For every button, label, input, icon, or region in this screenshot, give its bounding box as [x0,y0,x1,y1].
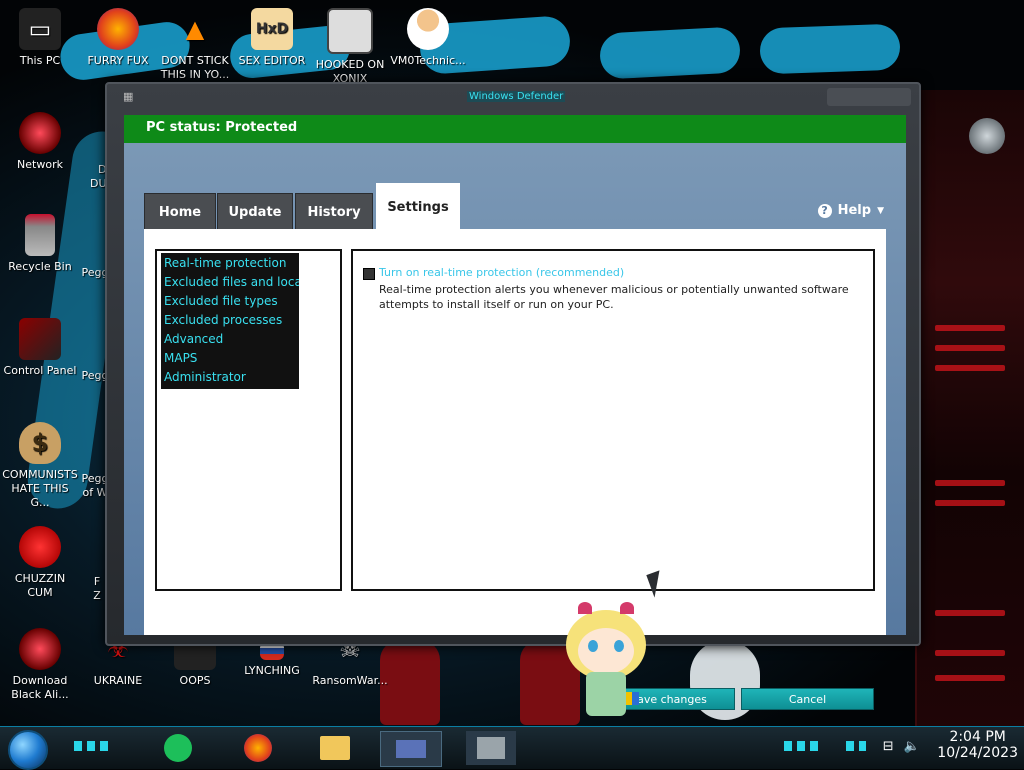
realtime-checkbox[interactable] [363,268,375,280]
volume-icon: 🔈 [903,739,920,754]
tab-label: Home [158,204,202,220]
desktop-icon-sex-editor[interactable]: HxD SEX EDITOR [234,8,310,68]
settings-nav: Real-time protection Excluded files and … [155,249,342,591]
desktop-icon-label: DONT STICK THIS IN YO... [160,54,230,81]
desktop-icon-network[interactable]: Network [2,112,78,172]
settings-item-maps[interactable]: MAPS [161,349,299,368]
settings-item-excluded-files[interactable]: Excluded files and locat... [161,273,299,292]
desktop-icon-vm0technic[interactable]: VM0Technic... [390,8,466,68]
clock-time: 2:04 PM [949,729,1006,745]
settings-item-administrator[interactable]: Administrator [161,368,299,387]
game-icon [327,8,373,54]
tab-history[interactable]: History [295,193,373,231]
desktop-icon-furry-fux[interactable]: FURRY FUX [80,8,156,68]
tab-label: History [307,204,361,220]
chuzzle-icon [19,526,61,568]
recycle-bin-icon [25,214,55,256]
cartoon-character [558,600,654,720]
window-title: Windows Defender [467,91,566,102]
desktop-icon-label: Download Black Ali... [11,674,69,701]
taskbar-decor [784,741,822,751]
window-app-icon: ▦ [123,90,134,103]
tab-label: Settings [387,199,449,215]
settings-content: Real-time protection Excluded files and … [144,229,886,710]
status-bar: PC status: Protected [124,115,906,143]
wall-app-icon [477,737,505,759]
desktop-icon-label: UKRAINE [93,674,143,687]
title-bar[interactable]: ▦ Windows Defender [107,84,919,110]
help-menu[interactable]: ? Help ▼ [817,203,884,218]
system-tray[interactable]: ⊟ 🔈 [883,739,920,754]
desktop-icon-download-black-ali[interactable]: Download Black Ali... [2,628,78,702]
taskbar-app-chat[interactable] [158,731,198,765]
firefox-icon [244,734,272,762]
desktop-icon-label: SEX EDITOR [238,54,306,67]
desktop-icon-label: FURRY FUX [87,54,149,67]
alien-head-icon [969,118,1005,154]
desktop-icon-hooked-on-xonix[interactable]: HOOKED ON XONIX [312,8,388,86]
defender-window: ▦ Windows Defender PC status: Protected … [105,82,921,710]
desktop-icon-label: Control Panel [3,364,77,377]
taskbar-decor [74,741,112,751]
settings-item-excluded-processes[interactable]: Excluded processes [161,311,299,330]
desktop-icon-label: Recycle Bin [8,260,72,273]
computer-icon: ▭ [19,8,61,50]
file-explorer-icon [320,736,350,760]
firefox-icon [97,8,139,50]
window-controls[interactable] [827,88,911,106]
realtime-description: Real-time protection alerts you whenever… [379,283,849,311]
tab-home[interactable]: Home [144,193,216,231]
settings-item-realtime[interactable]: Real-time protection [161,254,299,273]
vlc-icon: ▲ [185,15,205,43]
start-button[interactable] [8,730,48,770]
taskbar-decor [846,741,866,751]
desktop-icon-label: RansomWar... [312,674,388,687]
desktop-icon-this-pc[interactable]: ▭ This PC [2,8,78,68]
cancel-label: Cancel [788,692,827,706]
taskbar-app-wall[interactable] [466,731,516,765]
cancel-button[interactable]: Cancel [741,688,874,710]
desktop-icon-chuzzin[interactable]: CHUZZIN CUM [2,526,78,600]
defender-body: PC status: Protected Home Update History… [124,115,906,710]
taskbar: ⊟ 🔈 2:04 PM 10/24/2023 [0,726,1024,770]
desktop-icon-recycle-bin[interactable]: Recycle Bin [2,214,78,274]
desktop-icon-label: OOPS [179,674,211,687]
chevron-down-icon: ▼ [877,205,884,216]
clock[interactable]: 2:04 PM 10/24/2023 [937,729,1018,761]
desktop-icon-communists[interactable]: $ COMMUNISTS HATE THIS G... [2,422,78,510]
settings-item-excluded-types[interactable]: Excluded file types [161,292,299,311]
taskbar-app-firefox[interactable] [238,731,278,765]
pc-status: PC status: Protected [146,120,298,135]
desktop-icon-label: COMMUNISTS HATE THIS G... [2,468,78,509]
desktop-icon-label: CHUZZIN CUM [14,572,66,599]
desktop-icon-dont-stick[interactable]: ▲ DONT STICK THIS IN YO... [157,8,233,82]
settings-list: Real-time protection Excluded files and … [161,253,299,389]
doctor-icon [407,8,449,50]
taskbar-app-explorer[interactable] [315,731,355,765]
desktop-icon-label: This PC [19,54,61,67]
window-app-icon [396,740,426,758]
money-bag-icon: $ [19,422,61,464]
taskbar-app-defender[interactable] [380,731,442,767]
tab-update[interactable]: Update [217,193,293,231]
network-icon: ⊟ [882,739,894,754]
green-chat-icon [164,734,192,762]
settings-detail: Turn on real-time protection (recommende… [351,249,875,591]
alienware-icon [19,628,61,670]
hxd-icon: HxD [251,8,293,50]
help-label: Help [837,203,872,218]
tab-settings[interactable]: Settings [376,183,460,231]
control-panel-icon [19,318,61,360]
desktop-icon-label: Network [17,158,63,171]
clock-date: 10/24/2023 [937,745,1018,761]
settings-item-advanced[interactable]: Advanced [161,330,299,349]
desktop-icon-label: VM0Technic... [390,54,466,67]
help-icon: ? [817,203,832,218]
desktop-icon-control-panel[interactable]: Control Panel [2,318,78,378]
alienware-panel [915,90,1024,730]
desktop-icon-label: LYNCHING [244,664,300,677]
network-icon [19,112,61,154]
realtime-checkbox-label[interactable]: Turn on real-time protection (recommende… [379,266,624,279]
tab-label: Update [228,204,282,220]
